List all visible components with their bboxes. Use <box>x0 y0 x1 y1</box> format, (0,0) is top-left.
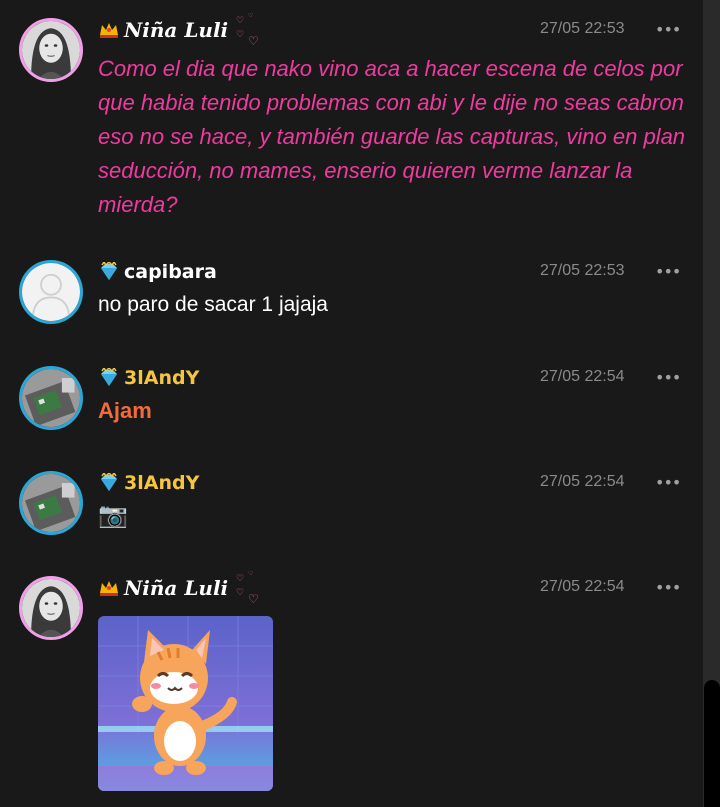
author-name[interactable]: 3lAndY <box>124 472 199 494</box>
svg-text:♡: ♡ <box>248 592 259 605</box>
more-options-icon[interactable]: ••• <box>655 20 681 39</box>
author-name[interactable]: Niña Luli <box>124 576 228 600</box>
author-name[interactable]: Niña Luli <box>124 18 228 42</box>
diamond-crown-icon <box>101 473 117 491</box>
crown-icon <box>100 23 118 38</box>
chat-pane: Niña Luli ♡ ♡ ♡ ♡ 27/05 22:53 ••• Como e… <box>0 0 703 807</box>
author-name[interactable]: 3lAndY <box>124 367 199 389</box>
avatar[interactable] <box>19 576 83 640</box>
hearts-icon: ♡ ♡ ♡ ♡ <box>236 13 259 47</box>
timestamp: 27/05 22:54 <box>540 368 625 385</box>
avatar[interactable] <box>19 366 83 430</box>
svg-text:♡: ♡ <box>248 571 253 577</box>
timestamp: 27/05 22:54 <box>540 578 625 595</box>
hearts-icon: ♡ ♡ ♡ ♡ <box>236 571 259 605</box>
message-text: Ajam <box>98 398 152 423</box>
svg-text:♡: ♡ <box>236 30 244 40</box>
dancing-cat-sticker[interactable] <box>98 616 273 791</box>
more-options-icon[interactable]: ••• <box>655 578 681 597</box>
scrollbar-thumb[interactable] <box>704 680 720 807</box>
more-options-icon[interactable]: ••• <box>655 368 681 387</box>
camera-icon: 📷 <box>98 502 128 529</box>
timestamp: 27/05 22:53 <box>540 262 625 279</box>
svg-text:♡: ♡ <box>236 574 244 584</box>
more-options-icon[interactable]: ••• <box>655 262 681 281</box>
svg-text:♡: ♡ <box>248 34 259 47</box>
avatar[interactable] <box>19 471 83 535</box>
more-options-icon[interactable]: ••• <box>655 473 681 492</box>
avatar[interactable] <box>19 18 83 82</box>
author-name[interactable]: capibara <box>124 261 217 283</box>
svg-text:♡: ♡ <box>236 588 244 598</box>
timestamp: 27/05 22:54 <box>540 473 625 490</box>
crown-icon <box>100 581 118 596</box>
timestamp: 27/05 22:53 <box>540 20 625 37</box>
diamond-crown-icon <box>101 368 117 386</box>
message-text: Como el dia que nako vino aca a hacer es… <box>98 56 686 217</box>
svg-text:♡: ♡ <box>236 16 244 26</box>
diamond-crown-icon <box>101 262 117 280</box>
message-text: no paro de sacar 1 jajaja <box>98 293 328 316</box>
svg-text:♡: ♡ <box>248 13 253 19</box>
avatar[interactable] <box>19 260 83 324</box>
